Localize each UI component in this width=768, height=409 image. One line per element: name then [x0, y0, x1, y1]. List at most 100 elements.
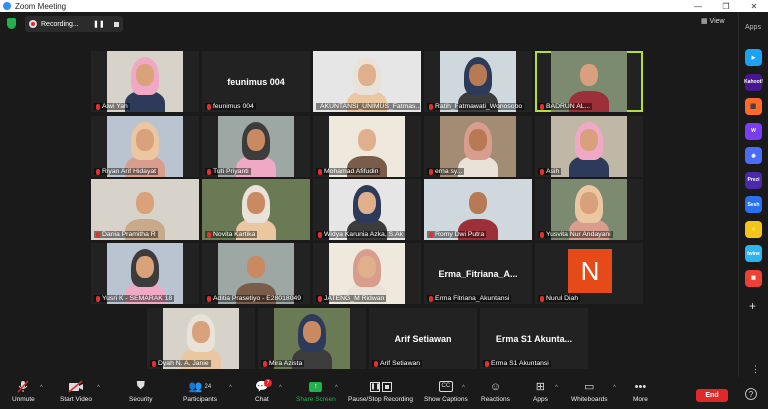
participant-tile[interactable]: Ratih_Fatmawati_Wonosobo — [424, 51, 532, 112]
participant-name-text: Mohamad Afifudin — [324, 168, 379, 175]
participant-tile[interactable]: AKUNTANSI_UNIMUS_Fatmas... — [313, 51, 421, 112]
muted-mic-icon — [207, 103, 211, 110]
muted-mic-icon — [318, 168, 322, 175]
chat-chevron-icon[interactable]: ^ — [279, 385, 282, 391]
participant-name-text: Yusri K - SEMARAK 18 — [102, 295, 173, 302]
captions-chevron-icon[interactable]: ^ — [462, 385, 465, 391]
participant-display-name: feunimus 004 — [227, 77, 285, 87]
add-app-icon[interactable]: + — [749, 299, 756, 313]
participant-tile[interactable]: Yusvita Nur Andayani — [535, 179, 643, 240]
view-button[interactable]: ▦ View — [701, 17, 725, 25]
participant-tile[interactable]: Arif Setiawan Arif Setiawan — [369, 308, 477, 369]
participant-tile[interactable]: Mohamad Afifudin — [313, 116, 421, 177]
security-label: Security — [129, 396, 153, 403]
chat-badge: 7 — [264, 379, 273, 387]
show-captions-button[interactable]: CC Show Captions — [424, 380, 468, 403]
end-meeting-button[interactable]: End — [696, 389, 728, 402]
participant-name: feunimus 004 — [205, 103, 256, 110]
app-emoji-icon[interactable]: ☺ — [745, 220, 762, 238]
security-button[interactable]: ⛊ Security — [129, 380, 152, 403]
participant-tile[interactable]: JATENG_M Ridwan — [313, 243, 421, 304]
more-label: More — [633, 396, 648, 403]
app-apps1-icon[interactable]: ▶ — [745, 49, 762, 66]
participant-tile[interactable]: Riyan Arif Hidayat — [91, 116, 199, 177]
app-google-icon[interactable]: ▦ — [745, 269, 762, 287]
participant-tile[interactable]: BADRUN AL... — [535, 51, 643, 112]
participant-tile[interactable]: Yusri K - SEMARAK 18 — [91, 243, 199, 304]
participant-tile[interactable]: Romy Dwi Putra — [424, 179, 532, 240]
recording-indicator: Recording... ❚❚ — [25, 16, 123, 32]
meeting-topbar: Recording... ❚❚ ▦ View — [0, 12, 768, 36]
muted-mic-icon — [318, 295, 322, 302]
participant-name-text: AKUNTANSI_UNIMUS_Fatmas... — [320, 103, 420, 110]
share-screen-button[interactable]: ↑ Share Screen — [296, 380, 336, 403]
participant-tile[interactable]: Erma_Fitriana_A... Erma Fitriana_Akuntans… — [424, 243, 532, 304]
participant-tile[interactable]: Mira Azista — [258, 308, 366, 369]
participants-button[interactable]: 👥 24 Participants — [183, 380, 217, 403]
participant-name: Ratih_Fatmawati_Wonosobo — [427, 103, 525, 110]
pause-stop-recording-button[interactable]: ❚❚ Pause/Stop Recording — [348, 380, 413, 403]
app-wooclap-icon[interactable]: W — [745, 122, 762, 140]
participant-name: erna sy... — [427, 168, 465, 175]
participant-name-text: JATENG_M Ridwan — [324, 295, 385, 302]
participant-name: Mohamad Afifudin — [316, 168, 381, 175]
participant-name-text: Novita Kartika — [213, 231, 256, 238]
security-shield-icon[interactable] — [7, 18, 16, 29]
start-video-button[interactable]: Start Video — [60, 380, 92, 403]
close-button[interactable]: ✕ — [740, 2, 768, 11]
participant-name: Erma Fitriana_Akuntansi — [427, 295, 512, 302]
app-kahoot-icon[interactable]: Kahoot! — [744, 73, 763, 91]
chat-button[interactable]: 💬 7 Chat — [255, 379, 273, 403]
minimize-button[interactable]: — — [684, 2, 712, 11]
whiteboards-button[interactable]: ▭ Whiteboards — [571, 380, 608, 403]
apps-chevron-icon[interactable]: ^ — [555, 385, 558, 391]
restore-button[interactable]: ❐ — [712, 2, 740, 11]
muted-mic-icon — [429, 295, 433, 302]
participant-tile[interactable]: Novita Kartika — [202, 179, 310, 240]
apps-button[interactable]: ⊞ Apps — [533, 380, 548, 403]
participant-tile[interactable]: Dania Pramitha R — [91, 179, 199, 240]
app-twine-icon[interactable]: twine — [745, 245, 762, 262]
participant-tile[interactable]: Asih — [535, 116, 643, 177]
muted-mic-icon — [540, 295, 544, 302]
pause-recording-button[interactable]: ❚❚ — [93, 20, 105, 28]
participant-tile[interactable]: Widya Karunia Azka, S.Ak — [313, 179, 421, 240]
participant-tile[interactable]: Aditia Prasetiyo - E28018049 — [202, 243, 310, 304]
reactions-button[interactable]: ☺ Reactions — [481, 380, 510, 404]
whiteboard-chevron-icon[interactable]: ^ — [613, 385, 616, 391]
unmute-button[interactable]: Unmute — [12, 380, 35, 403]
participant-tile[interactable]: feunimus 004 feunimus 004 — [202, 51, 310, 112]
participant-tile[interactable]: Tuti Priyanti — [202, 116, 310, 177]
help-icon[interactable]: ? — [745, 388, 757, 400]
participants-chevron-icon[interactable]: ^ — [229, 385, 232, 391]
participant-tile[interactable]: Alwi Yah — [91, 51, 199, 112]
app-sesh-icon[interactable]: Sesh — [745, 196, 762, 213]
show-captions-label: Show Captions — [424, 396, 468, 403]
muted-mic-icon — [96, 295, 100, 302]
participant-name: Dania Pramitha R — [94, 231, 158, 238]
more-button[interactable]: ••• More — [633, 380, 648, 404]
stop-recording-button[interactable] — [113, 21, 119, 27]
participant-tile[interactable]: erna sy... — [424, 116, 532, 177]
participant-tile[interactable]: Dyah N. A. Janie — [147, 308, 255, 369]
participant-tile[interactable]: N Nurul Diah — [535, 243, 643, 304]
video-options-chevron-icon[interactable]: ^ — [97, 385, 100, 391]
participant-tile[interactable]: Erma S1 Akunta... Erma S1 Akuntansi — [480, 308, 588, 369]
recording-icon — [29, 20, 37, 28]
participant-name: Mira Azista — [261, 360, 305, 367]
app-toolkit-icon[interactable]: ⬛ — [745, 98, 762, 115]
app-camera-icon[interactable]: ◉ — [745, 147, 762, 164]
more-apps-icon[interactable]: ⋮ — [751, 364, 760, 375]
shield-icon: ⛊ — [136, 380, 145, 392]
muted-mic-icon — [207, 231, 211, 238]
participant-name-text: Dyah N. A. Janie — [158, 360, 209, 367]
share-options-chevron-icon[interactable]: ^ — [335, 385, 338, 391]
apps-label: Apps — [745, 24, 761, 31]
participant-name-text: Asih — [546, 168, 560, 175]
participant-name: BADRUN AL... — [538, 103, 593, 110]
muted-mic-icon — [540, 168, 544, 175]
participant-name-text: Ratih_Fatmawati_Wonosobo — [435, 103, 523, 110]
muted-mic-icon — [485, 360, 489, 367]
app-prezi-icon[interactable]: Prezi — [745, 171, 762, 189]
audio-options-chevron-icon[interactable]: ^ — [40, 385, 43, 391]
